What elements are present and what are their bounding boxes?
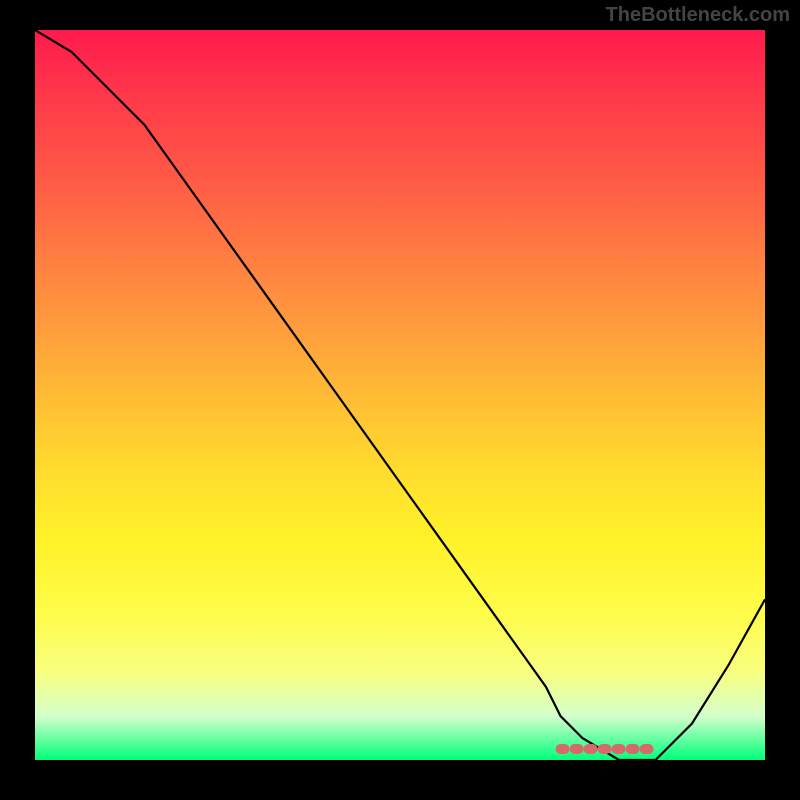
chart-container: TheBottleneck.com [0, 0, 800, 800]
curve-line [35, 30, 765, 760]
watermark-text: TheBottleneck.com [606, 4, 790, 27]
chart-svg [35, 30, 765, 760]
